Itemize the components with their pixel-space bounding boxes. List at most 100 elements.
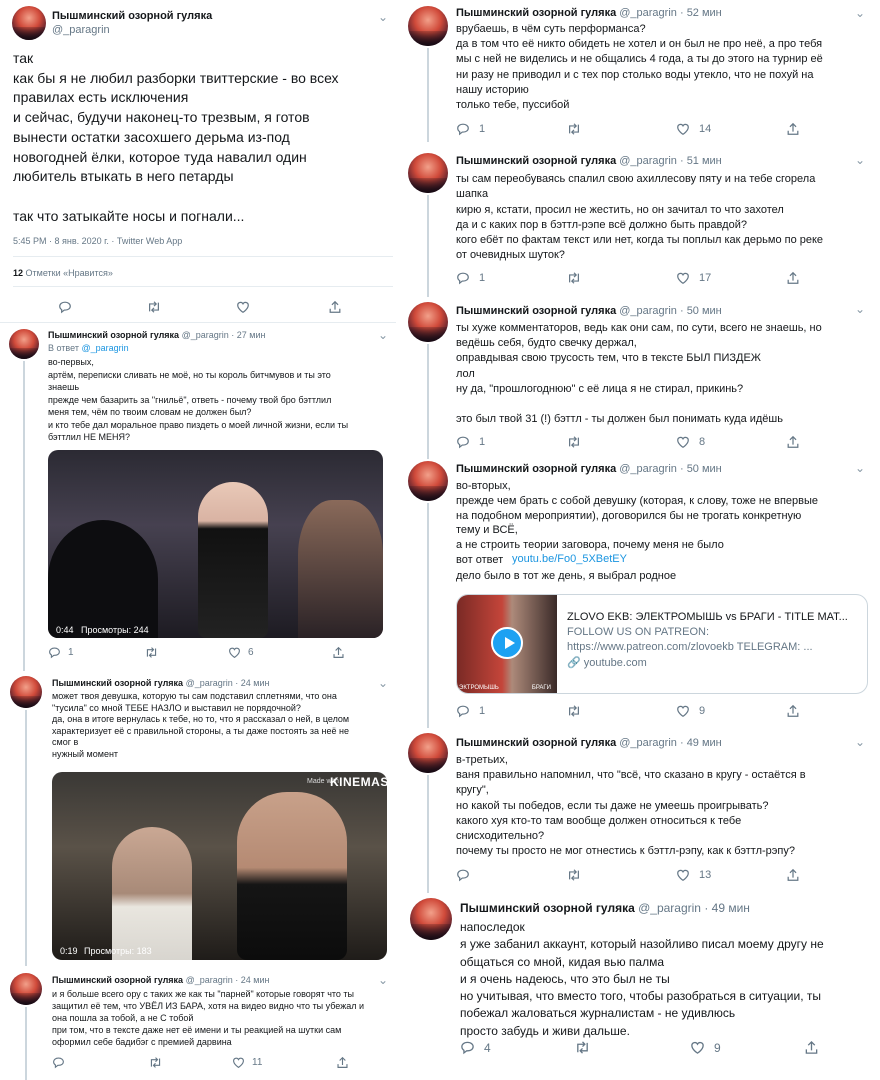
- tweet-time[interactable]: · 24 мин: [235, 975, 269, 985]
- share-button[interactable]: [332, 646, 345, 659]
- chevron-down-icon[interactable]: ⌄: [855, 461, 865, 475]
- tweet-time[interactable]: · 50 мин: [680, 305, 722, 317]
- chevron-down-icon[interactable]: ⌄: [855, 735, 865, 749]
- chevron-down-icon[interactable]: ⌄: [855, 153, 865, 167]
- share-button[interactable]: [328, 300, 342, 314]
- reply-button[interactable]: [52, 1056, 72, 1069]
- card-description: FOLLOW US ON PATREON: https://www.patreo…: [567, 626, 813, 653]
- video-player[interactable]: Made with KINEMASTER 0:19 Просмотры: 183: [52, 772, 387, 960]
- author-name[interactable]: Пышминский озорной гуляка: [52, 975, 183, 985]
- share-button[interactable]: [786, 122, 800, 136]
- like-button[interactable]: 13: [676, 868, 711, 882]
- author-handle[interactable]: @_paragrin: [186, 678, 233, 688]
- author-handle[interactable]: @_paragrin: [186, 975, 233, 985]
- heart-icon: [237, 301, 249, 313]
- like-button[interactable]: [236, 300, 250, 314]
- author-name[interactable]: Пышминский озорной гуляка: [456, 463, 616, 475]
- retweet-button[interactable]: [566, 271, 591, 285]
- video-duration: 0:44: [56, 625, 74, 635]
- chevron-down-icon[interactable]: ⌄: [855, 302, 865, 316]
- like-button[interactable]: 9: [690, 1040, 721, 1055]
- reply-count: 1: [68, 647, 74, 658]
- reply-button[interactable]: [58, 300, 72, 314]
- tweet-time[interactable]: · 52 мин: [680, 7, 722, 19]
- like-button[interactable]: 14: [676, 122, 711, 136]
- avatar[interactable]: [408, 6, 448, 46]
- author-handle[interactable]: @_paragrin: [619, 155, 677, 167]
- retweet-button[interactable]: [574, 1040, 600, 1055]
- tweet-time[interactable]: · 49 мин: [704, 901, 750, 915]
- retweet-button[interactable]: [148, 1056, 170, 1069]
- share-button[interactable]: [336, 1056, 349, 1069]
- like-button[interactable]: 11: [232, 1056, 262, 1069]
- likes-summary[interactable]: 12 Отметки «Нравится»: [13, 268, 113, 278]
- chevron-down-icon[interactable]: ⌄: [378, 676, 388, 690]
- like-button[interactable]: 6: [228, 646, 254, 659]
- retweet-button[interactable]: [566, 868, 591, 882]
- video-player[interactable]: 0:44 Просмотры: 244: [48, 450, 383, 638]
- tweet-time[interactable]: · 24 мин: [235, 678, 269, 688]
- author-name[interactable]: Пышминский озорной гуляка: [456, 7, 616, 19]
- chevron-down-icon[interactable]: ⌄: [378, 10, 388, 24]
- retweet-button[interactable]: [566, 435, 591, 449]
- share-button[interactable]: [786, 704, 800, 718]
- author-handle[interactable]: @_paragrin: [182, 330, 229, 340]
- reply-button[interactable]: 1: [456, 435, 485, 449]
- reply-button[interactable]: 1: [456, 704, 485, 718]
- avatar[interactable]: [408, 302, 448, 342]
- tweet-time[interactable]: · 51 мин: [680, 155, 722, 167]
- tweet-header: Пышминский озорной гуляка @_paragrin · 5…: [456, 155, 722, 167]
- avatar[interactable]: [408, 733, 448, 773]
- tweet-time[interactable]: · 27 мин: [231, 330, 265, 340]
- avatar[interactable]: [12, 6, 46, 40]
- like-button[interactable]: 9: [676, 704, 705, 718]
- author-name[interactable]: Пышминский озорной гуляка: [52, 678, 183, 688]
- thread-line: [427, 344, 429, 459]
- tweet-time[interactable]: · 49 мин: [680, 737, 722, 749]
- author-handle[interactable]: @_paragrin: [619, 7, 677, 19]
- author-handle[interactable]: @_paragrin: [619, 463, 677, 475]
- tweet-link[interactable]: youtu.be/Fo0_5XBetEY: [512, 553, 627, 565]
- video-views: Просмотры: 244: [81, 625, 149, 635]
- share-button[interactable]: [786, 435, 800, 449]
- retweet-icon: [569, 272, 579, 284]
- author-name[interactable]: Пышминский озорной гуляка: [456, 305, 616, 317]
- share-button[interactable]: [786, 271, 800, 285]
- author-handle[interactable]: @_paragrin: [619, 737, 677, 749]
- in-reply-handle[interactable]: @_paragrin: [81, 343, 128, 353]
- author-name[interactable]: Пышминский озорной гуляка: [48, 330, 179, 340]
- reply-button[interactable]: 1: [48, 646, 74, 659]
- link-preview-card[interactable]: ЭКТРОМЫШЬ БРАГИ ZLOVO EKB: ЭЛЕКТРОМЫШЬ v…: [456, 594, 868, 694]
- retweet-button[interactable]: [566, 122, 591, 136]
- like-button[interactable]: 17: [676, 271, 711, 285]
- author-handle[interactable]: @_paragrin: [619, 305, 677, 317]
- author-handle[interactable]: @_paragrin: [52, 24, 110, 36]
- retweet-button[interactable]: [566, 704, 591, 718]
- share-button[interactable]: [786, 868, 800, 882]
- retweet-button[interactable]: [144, 646, 166, 659]
- avatar[interactable]: [408, 153, 448, 193]
- chevron-down-icon[interactable]: ⌄: [378, 973, 388, 987]
- reply-button[interactable]: [456, 868, 479, 882]
- chevron-down-icon[interactable]: ⌄: [378, 328, 388, 342]
- like-button[interactable]: 8: [676, 435, 705, 449]
- avatar[interactable]: [10, 973, 42, 1005]
- author-name[interactable]: Пышминский озорной гуляка: [456, 737, 616, 749]
- avatar[interactable]: [408, 461, 448, 501]
- avatar[interactable]: [9, 329, 39, 359]
- avatar[interactable]: [10, 676, 42, 708]
- author-name[interactable]: Пышминский озорной гуляка: [52, 10, 212, 22]
- author-name[interactable]: Пышминский озорной гуляка: [460, 901, 635, 915]
- author-name[interactable]: Пышминский озорной гуляка: [456, 155, 616, 167]
- avatar[interactable]: [410, 898, 452, 940]
- tweet-meta[interactable]: 5:45 PM · 8 янв. 2020 г. · Twitter Web A…: [13, 236, 182, 246]
- reply-button[interactable]: 1: [456, 122, 485, 136]
- chevron-down-icon[interactable]: ⌄: [855, 6, 865, 20]
- share-button[interactable]: [804, 1040, 819, 1055]
- reply-button[interactable]: 4: [460, 1040, 491, 1055]
- author-handle[interactable]: @_paragrin: [638, 901, 701, 915]
- tweet-time[interactable]: · 50 мин: [680, 463, 722, 475]
- tweet-text: может твоя девушка, которую ты сам подст…: [52, 691, 350, 759]
- reply-button[interactable]: 1: [456, 271, 485, 285]
- retweet-button[interactable]: [146, 300, 162, 314]
